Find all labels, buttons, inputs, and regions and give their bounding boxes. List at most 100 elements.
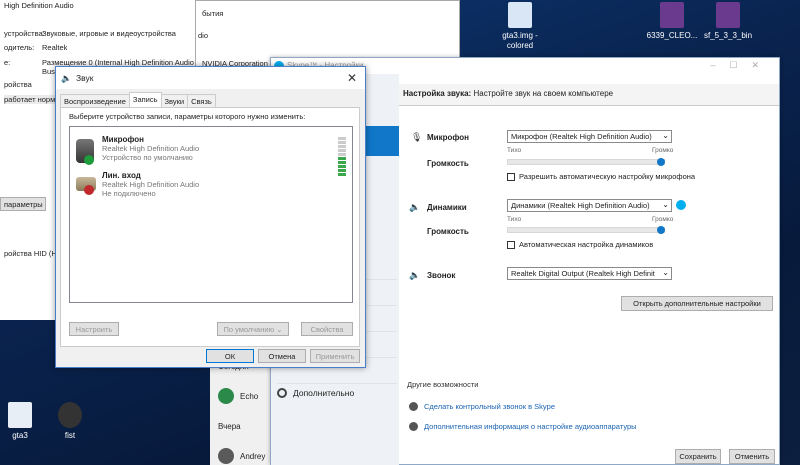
tab-communications[interactable]: Связь: [187, 94, 216, 107]
chevron-down-icon: ⌄: [662, 131, 669, 140]
sound-dialog-title-bar: 🔈 Звук ✕: [56, 67, 365, 89]
tab-recording[interactable]: Запись: [128, 92, 162, 107]
audio-settings-panel: Настройка звука: Настройте звук на своем…: [399, 74, 779, 465]
checkbox-box[interactable]: [507, 240, 515, 249]
tab-playback[interactable]: Воспроизведение: [60, 94, 130, 107]
mic-device-select[interactable]: Микрофон (Realtek High Definition Audio)…: [507, 130, 672, 143]
props-value: Realtek: [42, 43, 68, 52]
audio-info-link[interactable]: Дополнительная информация о настройке ау…: [409, 422, 637, 431]
configure-button[interactable]: Настроить: [69, 322, 119, 336]
avatar: [218, 388, 234, 404]
speaker-icon: 🔈: [61, 73, 72, 83]
mic-quiet-label: Тихо: [507, 147, 522, 154]
cancel-button[interactable]: Отмена: [258, 349, 306, 363]
level-segment: [338, 173, 346, 176]
link-label: Дополнительная информация о настройке ау…: [424, 422, 637, 431]
save-button[interactable]: Сохранить: [675, 449, 721, 464]
headset-icon: [409, 402, 418, 411]
file-icon: [8, 402, 32, 428]
device-driver: Realtek High Definition Audio: [102, 144, 200, 153]
desktop-icon-label: gta3.img - colored: [502, 31, 538, 50]
mic-auto-checkbox[interactable]: Разрешить автоматическую настройку микро…: [507, 172, 695, 181]
level-segment: [338, 141, 346, 144]
device-status: Устройство по умолчанию: [102, 153, 193, 162]
microphone-icon: 🎙: [411, 132, 423, 142]
mic-volume-knob[interactable]: [657, 158, 665, 166]
mic-level-meter: [338, 137, 346, 177]
contact-group-yesterday: Вчера: [218, 422, 241, 431]
speakers-loud-label: Громко: [652, 216, 674, 223]
checkbox-box[interactable]: [507, 172, 515, 181]
chevron-down-icon: ⌄: [662, 200, 669, 209]
window-controls[interactable]: –☐✕: [710, 60, 773, 71]
test-call-link[interactable]: Сделать контрольный звонок в Skype: [409, 402, 555, 411]
apply-button[interactable]: Применить: [310, 349, 360, 363]
events-label: бытия: [202, 9, 224, 18]
props-status: работает нормаль: [4, 95, 68, 104]
ring-device-value: Realtek Digital Output (Realtek High Def…: [511, 269, 655, 278]
mic-volume-label: Громкость: [427, 159, 469, 168]
disconnected-icon: [84, 185, 94, 195]
level-segment: [338, 157, 346, 160]
nav-advanced[interactable]: Дополнительно: [277, 388, 354, 398]
contact-echo[interactable]: Echo: [218, 388, 258, 404]
contact-andrey[interactable]: Andrey: [218, 448, 265, 464]
archive-icon: [660, 2, 684, 28]
checkbox-label: Разрешить автоматическую настройку микро…: [519, 172, 696, 181]
open-advanced-settings-button[interactable]: Открыть дополнительные настройки: [621, 296, 773, 311]
level-segment: [338, 169, 346, 172]
close-icon[interactable]: ✕: [347, 71, 357, 85]
other-options-title: Другие возможности: [407, 380, 479, 389]
mic-loud-label: Громко: [652, 147, 674, 154]
desktop-icon-label: fist: [64, 431, 76, 440]
desktop-icon-fist[interactable]: fist: [40, 402, 100, 441]
set-default-button[interactable]: По умолчанию ⌄: [217, 322, 289, 336]
events-dio: dio: [198, 31, 209, 40]
mic-label: Микрофон: [427, 133, 469, 142]
props-heading: High Definition Audio: [4, 1, 74, 10]
desktop-icon-cleo[interactable]: 6339_CLEO...: [642, 2, 702, 41]
desktop: gta3.img - colored 6339_CLEO... sf_5_3_3…: [0, 0, 800, 465]
desktop-icon-sf[interactable]: sf_5_3_3_bin: [698, 2, 758, 41]
tab-sounds[interactable]: Звуки: [160, 94, 189, 107]
header-bold: Настройка звука:: [403, 89, 472, 98]
speakers-label: Динамики: [427, 203, 467, 212]
props-label: одитель:: [4, 43, 35, 52]
speakers-volume-slider[interactable]: [507, 227, 665, 233]
props-parameters-button[interactable]: параметры: [0, 197, 46, 211]
device-status: Не подключено: [102, 189, 156, 198]
chevron-down-icon: ⌄: [662, 268, 669, 277]
speakers-volume-knob[interactable]: [657, 226, 665, 234]
speakers-quiet-label: Тихо: [507, 216, 522, 223]
group-label: Вчера: [218, 422, 241, 431]
device-name: Лин. вход: [102, 171, 141, 180]
file-icon: [508, 2, 532, 28]
desktop-icon-gta3-img[interactable]: gta3.img - colored: [490, 2, 550, 51]
level-segment: [338, 165, 346, 168]
ring-device-select[interactable]: Realtek Digital Output (Realtek High Def…: [507, 267, 672, 280]
chevron-down-icon: ⌄: [276, 325, 283, 334]
props-hid: ройства HID (H: [4, 249, 57, 258]
desktop-icon-label: sf_5_3_3_bin: [703, 31, 753, 40]
mic-volume-slider[interactable]: [507, 159, 665, 165]
cancel-button[interactable]: Отменить: [729, 449, 775, 464]
button-label: По умолчанию: [223, 325, 275, 334]
props-label: устройства:: [4, 29, 45, 38]
speakers-device-select[interactable]: Динамики (Realtek High Definition Audio)…: [507, 199, 672, 212]
level-segment: [338, 145, 346, 148]
default-device-check-icon: [84, 155, 94, 165]
speakers-device-value: Динамики (Realtek High Definition Audio): [511, 201, 650, 210]
contact-name: Andrey: [240, 451, 266, 461]
ring-speaker-icon: 🔈: [409, 270, 421, 280]
properties-button[interactable]: Свойства: [301, 322, 353, 336]
speakers-volume-label: Громкость: [427, 227, 469, 236]
play-test-sound-icon[interactable]: [676, 200, 686, 210]
ok-button[interactable]: ОК: [206, 349, 254, 363]
recording-instruction: Выберите устройство записи, параметры ко…: [69, 112, 306, 121]
level-segment: [338, 161, 346, 164]
props-label: е:: [4, 58, 11, 67]
speakers-auto-checkbox[interactable]: Автоматическая настройка динамиков: [507, 240, 653, 249]
help-icon: [409, 422, 418, 431]
recording-device-list: Микрофон Realtek High Definition Audio У…: [69, 126, 353, 303]
header-text: Настройте звук на своем компьютере: [473, 89, 614, 98]
